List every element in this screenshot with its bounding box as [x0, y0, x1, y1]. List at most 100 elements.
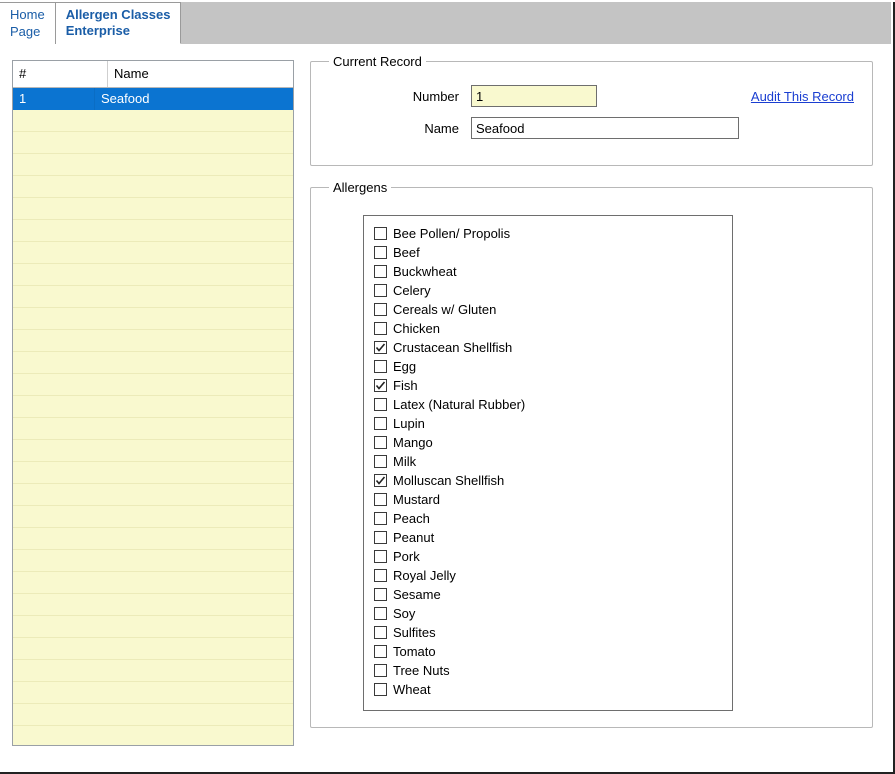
allergen-item[interactable]: Egg — [374, 357, 722, 376]
left-panel: # Name 1Seafood — [2, 44, 302, 768]
allergen-label: Lupin — [393, 416, 425, 431]
allergen-item[interactable]: Latex (Natural Rubber) — [374, 395, 722, 414]
allergen-item[interactable]: Lupin — [374, 414, 722, 433]
allergen-label: Mustard — [393, 492, 440, 507]
checkbox-icon[interactable] — [374, 284, 387, 297]
allergen-item[interactable]: Peanut — [374, 528, 722, 547]
allergen-item[interactable]: Pork — [374, 547, 722, 566]
allergen-item[interactable]: Wheat — [374, 680, 722, 699]
checkbox-icon[interactable] — [374, 569, 387, 582]
allergen-label: Crustacean Shellfish — [393, 340, 512, 355]
checkbox-icon[interactable] — [374, 265, 387, 278]
checkbox-icon[interactable] — [374, 607, 387, 620]
allergen-label: Fish — [393, 378, 418, 393]
allergen-label: Royal Jelly — [393, 568, 456, 583]
tab-allergen-classes[interactable]: Allergen Classes Enterprise — [56, 2, 182, 44]
checkbox-icon[interactable] — [374, 683, 387, 696]
allergen-item[interactable]: Mustard — [374, 490, 722, 509]
right-panel: Current Record Number Audit This Record … — [302, 44, 891, 768]
checkbox-icon[interactable] — [374, 493, 387, 506]
allergen-label: Tomato — [393, 644, 436, 659]
allergen-label: Beef — [393, 245, 420, 260]
checkbox-icon[interactable] — [374, 436, 387, 449]
checkbox-icon[interactable] — [374, 322, 387, 335]
tab-home-page[interactable]: Home Page — [0, 2, 56, 44]
allergen-label: Bee Pollen/ Propolis — [393, 226, 510, 241]
allergen-item[interactable]: Celery — [374, 281, 722, 300]
checkbox-icon[interactable] — [374, 588, 387, 601]
allergen-item[interactable]: Bee Pollen/ Propolis — [374, 224, 722, 243]
allergen-item[interactable]: Mango — [374, 433, 722, 452]
checkbox-icon[interactable] — [374, 341, 387, 354]
allergen-label: Pork — [393, 549, 420, 564]
checkbox-icon[interactable] — [374, 626, 387, 639]
allergen-item[interactable]: Molluscan Shellfish — [374, 471, 722, 490]
cell-name: Seafood — [95, 88, 293, 110]
allergen-item[interactable]: Cereals w/ Gluten — [374, 300, 722, 319]
allergen-label: Peach — [393, 511, 430, 526]
app-window: Home Page Allergen Classes Enterprise # … — [0, 2, 895, 774]
allergens-group: Allergens Bee Pollen/ Propolis Beef Buckwh… — [310, 180, 873, 728]
checkbox-icon[interactable] — [374, 227, 387, 240]
grid-header-name[interactable]: Name — [108, 61, 293, 87]
audit-this-record-link[interactable]: Audit This Record — [751, 89, 854, 104]
main-body: # Name 1Seafood Current Record Number Au… — [2, 44, 891, 768]
checkbox-icon[interactable] — [374, 455, 387, 468]
name-label: Name — [329, 121, 471, 136]
allergen-label: Latex (Natural Rubber) — [393, 397, 525, 412]
allergen-label: Sesame — [393, 587, 441, 602]
name-row: Name — [329, 117, 854, 139]
allergen-label: Celery — [393, 283, 431, 298]
allergen-label: Cereals w/ Gluten — [393, 302, 496, 317]
allergen-item[interactable]: Crustacean Shellfish — [374, 338, 722, 357]
allergens-legend: Allergens — [329, 180, 391, 195]
tab-strip: Home Page Allergen Classes Enterprise — [0, 2, 891, 44]
allergen-label: Mango — [393, 435, 433, 450]
allergen-item[interactable]: Sulfites — [374, 623, 722, 642]
allergen-item[interactable]: Beef — [374, 243, 722, 262]
current-record-legend: Current Record — [329, 54, 426, 69]
checkbox-icon[interactable] — [374, 664, 387, 677]
number-input[interactable] — [471, 85, 597, 107]
table-row[interactable]: 1Seafood — [13, 88, 293, 110]
grid-header-num[interactable]: # — [13, 61, 108, 87]
checkbox-icon[interactable] — [374, 303, 387, 316]
allergen-label: Buckwheat — [393, 264, 457, 279]
allergen-label: Wheat — [393, 682, 431, 697]
allergen-item[interactable]: Fish — [374, 376, 722, 395]
checkbox-icon[interactable] — [374, 246, 387, 259]
allergen-item[interactable]: Soy — [374, 604, 722, 623]
checkbox-icon[interactable] — [374, 474, 387, 487]
allergens-checklist[interactable]: Bee Pollen/ Propolis Beef Buckwheat Celery C… — [363, 215, 733, 711]
allergen-label: Tree Nuts — [393, 663, 450, 678]
allergen-item[interactable]: Milk — [374, 452, 722, 471]
grid-rows: 1Seafood — [13, 88, 293, 745]
current-record-group: Current Record Number Audit This Record … — [310, 54, 873, 166]
checkbox-icon[interactable] — [374, 531, 387, 544]
checkbox-icon[interactable] — [374, 417, 387, 430]
checkbox-icon[interactable] — [374, 379, 387, 392]
allergen-item[interactable]: Royal Jelly — [374, 566, 722, 585]
checkbox-icon[interactable] — [374, 645, 387, 658]
number-row: Number Audit This Record — [329, 85, 854, 107]
allergen-item[interactable]: Tomato — [374, 642, 722, 661]
cell-num: 1 — [13, 88, 95, 110]
checkbox-icon[interactable] — [374, 398, 387, 411]
allergen-item[interactable]: Tree Nuts — [374, 661, 722, 680]
allergen-item[interactable]: Sesame — [374, 585, 722, 604]
checkbox-icon[interactable] — [374, 512, 387, 525]
checkbox-icon[interactable] — [374, 360, 387, 373]
allergen-label: Egg — [393, 359, 416, 374]
allergen-item[interactable]: Buckwheat — [374, 262, 722, 281]
allergen-item[interactable]: Chicken — [374, 319, 722, 338]
grid-header: # Name — [13, 61, 293, 88]
name-input[interactable] — [471, 117, 739, 139]
allergen-item[interactable]: Peach — [374, 509, 722, 528]
allergen-label: Sulfites — [393, 625, 436, 640]
records-grid[interactable]: # Name 1Seafood — [12, 60, 294, 746]
allergen-label: Chicken — [393, 321, 440, 336]
number-label: Number — [329, 89, 471, 104]
allergen-label: Milk — [393, 454, 416, 469]
checkbox-icon[interactable] — [374, 550, 387, 563]
allergen-label: Peanut — [393, 530, 434, 545]
